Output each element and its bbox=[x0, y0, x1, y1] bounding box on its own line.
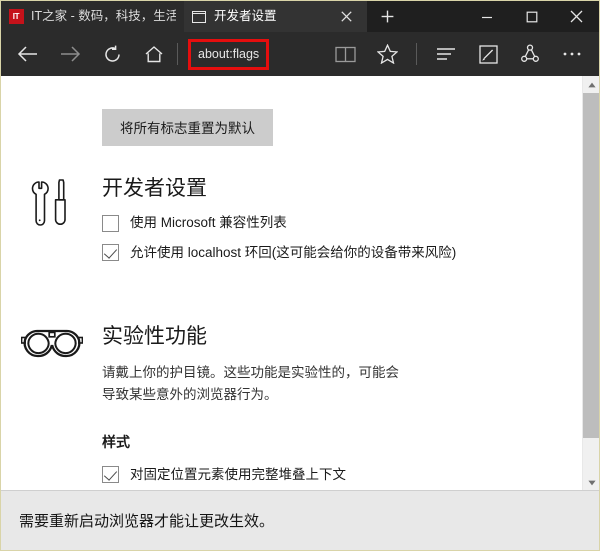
window-controls bbox=[464, 1, 599, 32]
subsection-heading-styles: 样式 bbox=[102, 433, 130, 450]
plus-icon bbox=[381, 10, 393, 23]
page-icon bbox=[191, 9, 207, 25]
address-bar[interactable]: about:flags bbox=[184, 35, 324, 73]
minimize-icon bbox=[481, 16, 492, 18]
restart-notification-bar: 需要重新启动浏览器才能让更改生效。 bbox=[1, 490, 599, 550]
address-text[interactable]: about:flags bbox=[198, 47, 259, 61]
tab-developer-settings[interactable]: 开发者设置 bbox=[184, 1, 367, 32]
section-title: 开发者设置 bbox=[102, 177, 207, 200]
toolbar-actions bbox=[324, 35, 593, 73]
it-logo-icon: IT bbox=[8, 9, 24, 25]
ellipsis-icon bbox=[563, 52, 581, 56]
close-icon bbox=[570, 10, 583, 23]
share-icon bbox=[521, 44, 539, 62]
tab-bar-empty-area[interactable] bbox=[407, 1, 464, 32]
star-icon bbox=[376, 44, 398, 64]
page-scrollbar[interactable] bbox=[582, 76, 599, 491]
minimize-button[interactable] bbox=[464, 1, 509, 32]
checkbox-ms-compat-list[interactable] bbox=[102, 214, 119, 232]
checkbox-row-ms-compat-list[interactable]: 使用 Microsoft 兼容性列表 bbox=[102, 214, 562, 232]
tab-bar: IT IT之家 - 数码，科技，生活· 开发者设置 bbox=[1, 1, 599, 32]
checkbox-label: 允许使用 localhost 环回(这可能会给你的设备带来风险) bbox=[130, 244, 457, 260]
toolbar-divider bbox=[416, 43, 417, 65]
share-button[interactable] bbox=[509, 35, 551, 73]
home-icon bbox=[145, 45, 163, 62]
section-description: 请戴上你的护目镜。这些功能是实验性的，可能会导致某些意外的浏览器行为。 bbox=[102, 365, 399, 403]
navigation-toolbar: about:flags bbox=[1, 32, 599, 76]
arrow-right-icon bbox=[61, 46, 81, 62]
refresh-button[interactable] bbox=[91, 35, 133, 73]
more-button[interactable] bbox=[551, 35, 593, 73]
web-note-button[interactable] bbox=[467, 35, 509, 73]
checkbox-label: 对固定位置元素使用完整堆叠上下文 bbox=[130, 466, 346, 482]
developer-settings-body: 开发者设置 使用 Microsoft 兼容性列表 允许使用 localhost … bbox=[102, 176, 582, 262]
book-icon bbox=[334, 46, 356, 62]
maximize-icon bbox=[526, 11, 537, 22]
close-tab-icon[interactable] bbox=[333, 1, 359, 32]
checkbox-row-localhost-loopback[interactable]: 允许使用 localhost 环回(这可能会给你的设备带来风险) bbox=[102, 244, 562, 262]
page-content-area: 将所有标志重置为默认 开发者设置 使用 Microsoft 兼容性列表 允许使用… bbox=[1, 76, 599, 491]
it-favicon-label: IT bbox=[8, 9, 24, 24]
close-window-button[interactable] bbox=[554, 1, 599, 32]
refresh-icon bbox=[104, 45, 120, 62]
tab-it-home[interactable]: IT IT之家 - 数码，科技，生活· bbox=[1, 1, 184, 32]
scroll-up-arrow-icon[interactable] bbox=[583, 76, 599, 93]
scroll-down-arrow-icon[interactable] bbox=[583, 474, 599, 491]
scrollbar-track[interactable] bbox=[583, 438, 599, 474]
home-button[interactable] bbox=[133, 35, 175, 73]
goggles-icon bbox=[20, 324, 89, 369]
about-flags-page: 将所有标志重置为默认 开发者设置 使用 Microsoft 兼容性列表 允许使用… bbox=[1, 76, 582, 491]
section-experimental-features: 实验性功能 请戴上你的护目镜。这些功能是实验性的，可能会导致某些意外的浏览器行为… bbox=[1, 324, 582, 491]
checkbox-localhost-loopback[interactable] bbox=[102, 244, 119, 262]
back-button[interactable] bbox=[7, 35, 49, 73]
reading-view-button[interactable] bbox=[324, 35, 366, 73]
section-developer-settings: 开发者设置 使用 Microsoft 兼容性列表 允许使用 localhost … bbox=[1, 176, 582, 273]
tab-title: IT之家 - 数码，科技，生活· bbox=[31, 9, 176, 23]
pencil-square-icon bbox=[478, 44, 498, 64]
scrollbar-thumb[interactable] bbox=[583, 93, 599, 438]
notification-message: 需要重新启动浏览器才能让更改生效。 bbox=[19, 513, 275, 530]
section-title: 实验性功能 bbox=[102, 325, 207, 348]
checkbox-label: 使用 Microsoft 兼容性列表 bbox=[130, 215, 287, 231]
tab-title: 开发者设置 bbox=[214, 9, 277, 23]
wrench-screwdriver-icon bbox=[21, 176, 89, 243]
checkbox-row-fixed-position-stacking[interactable]: 对固定位置元素使用完整堆叠上下文 bbox=[102, 466, 562, 484]
maximize-button[interactable] bbox=[509, 1, 554, 32]
checkbox-fixed-position-stacking[interactable] bbox=[102, 466, 119, 484]
hub-button[interactable] bbox=[425, 35, 467, 73]
new-tab-button[interactable] bbox=[367, 1, 407, 32]
toolbar-divider bbox=[177, 43, 178, 65]
arrow-left-icon bbox=[17, 46, 37, 62]
experimental-features-body: 实验性功能 请戴上你的护目镜。这些功能是实验性的，可能会导致某些意外的浏览器行为… bbox=[102, 324, 582, 484]
hub-lines-icon bbox=[437, 48, 455, 60]
reset-all-flags-button[interactable]: 将所有标志重置为默认 bbox=[102, 109, 273, 146]
address-highlight-box: about:flags bbox=[188, 38, 270, 70]
favorites-button[interactable] bbox=[366, 35, 408, 73]
forward-button[interactable] bbox=[49, 35, 91, 73]
browser-window: IT IT之家 - 数码，科技，生活· 开发者设置 about:flags 将所… bbox=[0, 0, 600, 551]
